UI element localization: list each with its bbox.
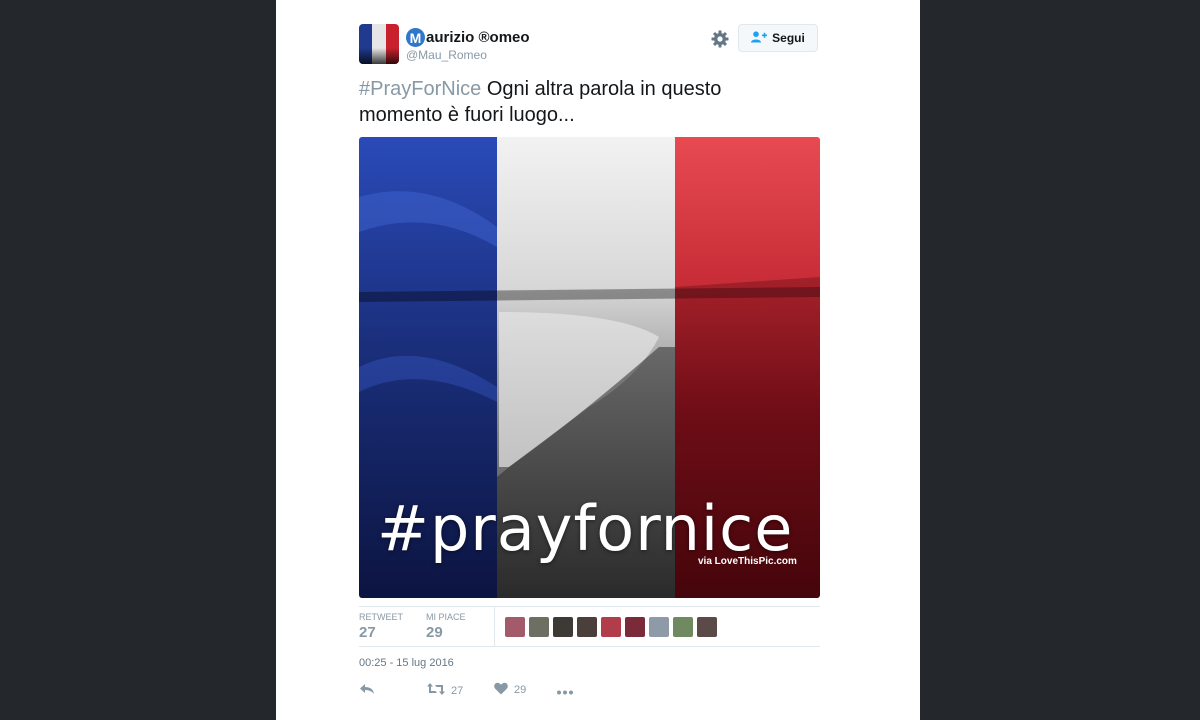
- follow-button[interactable]: Segui: [738, 24, 818, 52]
- stats-divider: [494, 607, 495, 646]
- liker-avatar[interactable]: [673, 617, 693, 637]
- reply-button[interactable]: [359, 682, 375, 699]
- hashtag-link[interactable]: #PrayForNice: [359, 78, 481, 100]
- liker-avatar[interactable]: [649, 617, 669, 637]
- like-stat-count: 29: [426, 624, 443, 641]
- avatar[interactable]: [359, 24, 399, 64]
- author-handle[interactable]: @Mau_Romeo: [406, 48, 487, 62]
- heart-icon: [494, 682, 508, 698]
- liker-avatar[interactable]: [553, 617, 573, 637]
- name-badge-m: M: [406, 28, 425, 47]
- retweet-button[interactable]: 27: [427, 682, 463, 699]
- follow-label: Segui: [772, 31, 805, 45]
- avatar-shade: [359, 48, 399, 64]
- retweet-stat-count: 27: [359, 624, 376, 641]
- like-action-count: 29: [514, 684, 527, 696]
- retweet-icon: [427, 682, 445, 699]
- photo-overlay-hashtag: #prayfornice: [377, 492, 794, 565]
- liker-avatar[interactable]: [697, 617, 717, 637]
- photo-credit: via LoveThisPic.com: [698, 556, 797, 567]
- tweet-text: #PrayForNice Ogni altra parola in questo…: [359, 76, 799, 128]
- author-name[interactable]: M aurizio ®omeo: [406, 28, 530, 47]
- tweet-photo[interactable]: #prayfornice via LoveThisPic.com: [359, 137, 820, 598]
- like-stat-label: MI PIACE: [426, 612, 466, 622]
- liker-avatar[interactable]: [625, 617, 645, 637]
- retweet-stat[interactable]: RETWEET 27: [359, 612, 403, 641]
- stats-bar: RETWEET 27 MI PIACE 29: [359, 606, 820, 647]
- liker-avatar[interactable]: [601, 617, 621, 637]
- liker-avatar[interactable]: [577, 617, 597, 637]
- likers-list: [505, 617, 717, 637]
- liker-avatar[interactable]: [529, 617, 549, 637]
- retweet-action-count: 27: [451, 684, 464, 697]
- more-icon: [557, 686, 573, 698]
- retweet-stat-label: RETWEET: [359, 612, 403, 622]
- add-user-icon: [751, 30, 768, 46]
- like-stat[interactable]: MI PIACE 29: [426, 612, 466, 641]
- display-name: aurizio ®omeo: [426, 29, 530, 46]
- gear-icon[interactable]: [710, 29, 730, 49]
- reply-icon: [359, 682, 375, 699]
- tweet-card: M aurizio ®omeo @Mau_Romeo Segui #PrayFo…: [276, 0, 920, 720]
- timestamp[interactable]: 00:25 - 15 lug 2016: [359, 657, 454, 669]
- more-button[interactable]: [557, 686, 573, 698]
- like-button[interactable]: 29: [494, 682, 526, 698]
- liker-avatar[interactable]: [505, 617, 525, 637]
